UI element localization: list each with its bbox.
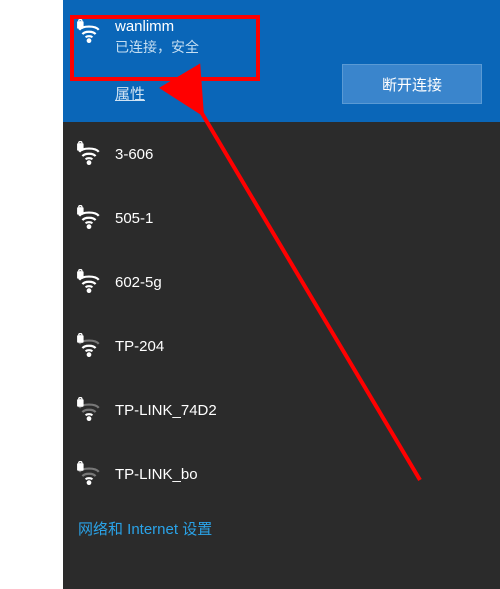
network-item[interactable]: 602-5g: [63, 250, 500, 314]
wifi-secure-icon: [75, 460, 103, 488]
active-network[interactable]: wanlimm 已连接，安全 属性 断开连接: [63, 0, 500, 122]
network-name: TP-LINK_bo: [115, 466, 198, 483]
network-info: wanlimm 已连接，安全: [115, 18, 488, 57]
network-name: 3-606: [115, 146, 153, 163]
network-name: 602-5g: [115, 274, 162, 291]
network-settings-link[interactable]: 网络和 Internet 设置: [63, 506, 500, 539]
network-item[interactable]: TP-LINK_74D2: [63, 378, 500, 442]
network-list: 3-606 505-1 602-: [63, 122, 500, 506]
network-name: TP-204: [115, 338, 164, 355]
network-item[interactable]: 505-1: [63, 186, 500, 250]
network-item[interactable]: 3-606: [63, 122, 500, 186]
network-name: wanlimm: [115, 18, 488, 35]
wifi-secure-icon: [75, 396, 103, 424]
wifi-secure-icon: [75, 18, 103, 46]
disconnect-button[interactable]: 断开连接: [342, 64, 482, 104]
wifi-secure-icon: [75, 268, 103, 296]
wifi-secure-icon: [75, 140, 103, 168]
wifi-secure-icon: [75, 332, 103, 360]
wifi-flyout-panel: wanlimm 已连接，安全 属性 断开连接 3-606: [63, 0, 500, 589]
network-item[interactable]: TP-LINK_bo: [63, 442, 500, 506]
network-status: 已连接，安全: [115, 37, 488, 57]
properties-link[interactable]: 属性: [115, 83, 145, 104]
network-name: TP-LINK_74D2: [115, 402, 217, 419]
network-name: 505-1: [115, 210, 153, 227]
wifi-secure-icon: [75, 204, 103, 232]
network-item[interactable]: TP-204: [63, 314, 500, 378]
network-header: wanlimm 已连接，安全: [75, 18, 488, 57]
